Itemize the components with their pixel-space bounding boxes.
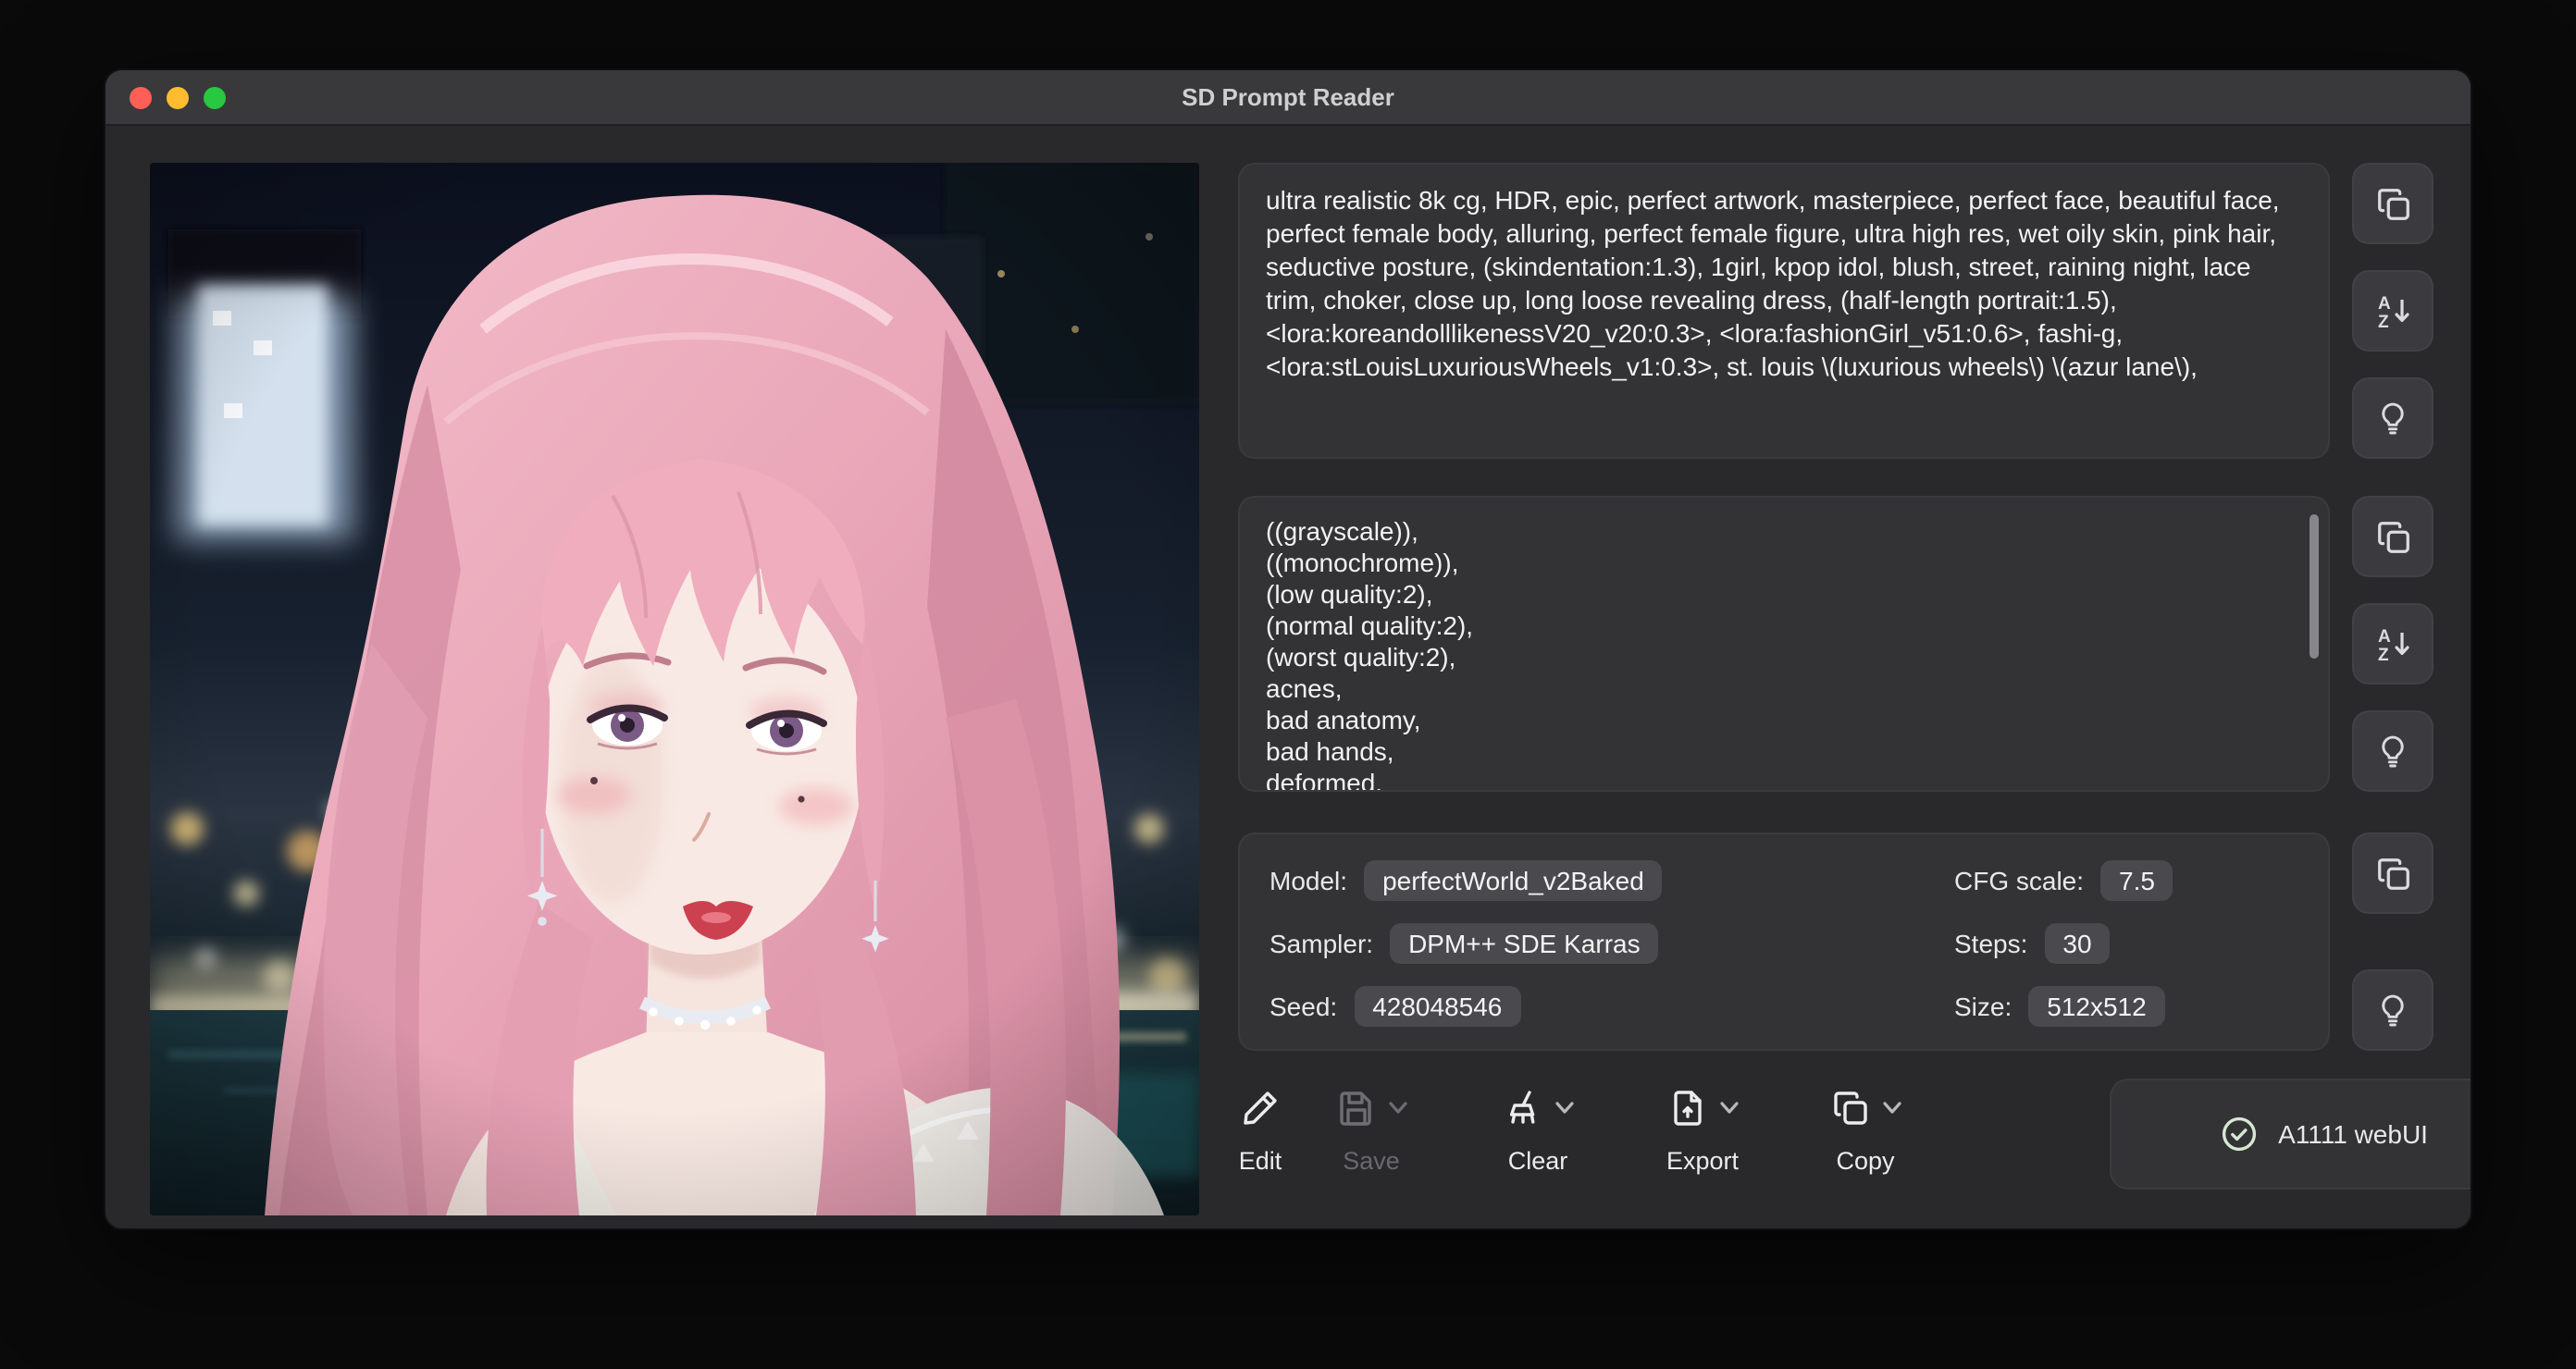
clear-label: Clear xyxy=(1508,1147,1568,1175)
export-label: Export xyxy=(1666,1147,1739,1175)
copy-icon xyxy=(1829,1088,1870,1128)
copy-icon xyxy=(2373,184,2412,223)
chevron-down-icon[interactable] xyxy=(1881,1101,1901,1116)
svg-text:Z: Z xyxy=(2378,313,2389,331)
size-value: 512x512 xyxy=(2028,986,2164,1027)
svg-text:A: A xyxy=(2378,294,2391,314)
generated-image xyxy=(150,163,1199,1215)
copy-icon xyxy=(2373,517,2412,556)
source-status-label: A1111 webUI xyxy=(2278,1119,2428,1149)
save-icon xyxy=(1335,1088,1376,1128)
export-button[interactable]: Export xyxy=(1643,1084,1762,1175)
close-button[interactable] xyxy=(130,87,152,109)
sort-positive-button[interactable]: A Z xyxy=(2352,270,2434,352)
clear-button[interactable]: Clear xyxy=(1479,1084,1597,1175)
copy-negative-button[interactable] xyxy=(2352,496,2434,577)
desktop-background: SD Prompt Reader xyxy=(0,0,2576,1369)
model-value: perfectWorld_v2Baked xyxy=(1364,860,1663,901)
cfg-label: CFG scale: xyxy=(1954,866,2084,895)
steps-value: 30 xyxy=(2044,923,2110,964)
copy-icon xyxy=(2373,854,2412,893)
view-positive-button[interactable] xyxy=(2352,377,2434,459)
clear-brush-icon xyxy=(1502,1088,1542,1128)
zoom-button[interactable] xyxy=(204,87,226,109)
image-preview[interactable] xyxy=(150,163,1199,1215)
save-label: Save xyxy=(1343,1147,1400,1175)
svg-text:Z: Z xyxy=(2378,646,2389,664)
seed-label: Seed: xyxy=(1269,992,1337,1021)
copy-positive-button[interactable] xyxy=(2352,163,2434,244)
checkmark-circle-icon xyxy=(2219,1114,2260,1154)
sampler-label: Sampler: xyxy=(1269,929,1373,958)
scrollbar[interactable] xyxy=(2310,514,2319,659)
seed-value: 428048546 xyxy=(1354,986,1520,1027)
sort-az-icon: A Z xyxy=(2372,290,2413,331)
titlebar[interactable]: SD Prompt Reader xyxy=(105,70,2471,126)
negative-prompt-panel: ((grayscale)), ((monochrome)), (low qual… xyxy=(1238,496,2330,792)
size-label: Size: xyxy=(1954,992,2012,1021)
edit-label: Edit xyxy=(1239,1147,1282,1175)
window-content: ultra realistic 8k cg, HDR, epic, perfec… xyxy=(105,126,2471,1228)
chevron-down-icon[interactable] xyxy=(1718,1101,1739,1116)
window-title: SD Prompt Reader xyxy=(105,83,2471,111)
svg-text:A: A xyxy=(2378,627,2391,647)
lightbulb-icon xyxy=(2374,733,2411,770)
view-negative-button[interactable] xyxy=(2352,710,2434,792)
minimize-button[interactable] xyxy=(167,87,189,109)
sampler-value: DPM++ SDE Karras xyxy=(1390,923,1659,964)
sort-az-icon: A Z xyxy=(2372,623,2413,664)
pencil-icon xyxy=(1240,1088,1281,1128)
cfg-value: 7.5 xyxy=(2100,860,2174,901)
export-document-icon xyxy=(1666,1088,1707,1128)
app-window: SD Prompt Reader xyxy=(104,68,2472,1230)
save-button[interactable]: Save xyxy=(1312,1084,1430,1175)
negative-prompt-textbox[interactable]: ((grayscale)), ((monochrome)), (low qual… xyxy=(1240,498,2328,792)
source-status-badge: A1111 webUI xyxy=(2110,1079,2472,1190)
positive-prompt-textbox[interactable]: ultra realistic 8k cg, HDR, epic, perfec… xyxy=(1238,163,2330,459)
copy-settings-button[interactable] xyxy=(2352,832,2434,914)
settings-panel: Model: perfectWorld_v2Baked CFG scale: 7… xyxy=(1238,832,2330,1051)
model-label: Model: xyxy=(1269,866,1347,895)
view-settings-button[interactable] xyxy=(2352,969,2434,1051)
lightbulb-icon xyxy=(2374,992,2411,1029)
edit-button[interactable]: Edit xyxy=(1220,1084,1301,1175)
lightbulb-icon xyxy=(2374,400,2411,437)
chevron-down-icon[interactable] xyxy=(1554,1101,1574,1116)
steps-label: Steps: xyxy=(1954,929,2027,958)
copy-label: Copy xyxy=(1836,1147,1894,1175)
copy-button[interactable]: Copy xyxy=(1806,1084,1925,1175)
chevron-down-icon[interactable] xyxy=(1387,1101,1407,1116)
sort-negative-button[interactable]: A Z xyxy=(2352,603,2434,684)
traffic-lights xyxy=(130,70,226,126)
